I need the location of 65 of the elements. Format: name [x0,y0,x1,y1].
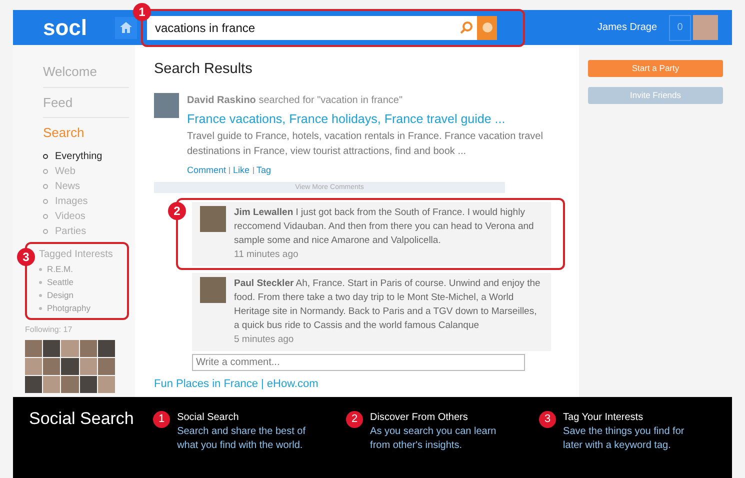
callout-number: 2 [168,202,186,220]
result-link[interactable]: France vacations, France holidays, France travel guide ... [187,110,557,128]
step-number: 3 [539,411,556,428]
filter-item[interactable]: Videos [43,208,129,224]
home-icon [120,22,132,33]
action-link[interactable]: Like [233,164,250,177]
nav-item[interactable]: Welcome [43,57,129,88]
action-button[interactable]: Invite Friends [588,87,723,104]
nav-item[interactable]: Feed [43,88,129,118]
avatar-photo-placeholder [200,206,226,232]
feature-title: Discover From Others [370,411,469,425]
result-byline: David Raskino searched for "vacation in france" [187,94,404,108]
search-icon [460,21,473,34]
avatar-photo-placeholder[interactable] [98,358,115,374]
interest-tag[interactable]: Seattle [39,276,127,288]
search-field[interactable]: vacations in france [147,16,477,40]
result-link[interactable]: Fun Places in France | eHow.com [154,377,565,391]
home-button[interactable] [115,16,137,38]
page-title: Search Results [154,60,254,79]
feature-description: As you search you can learn from other's insights. [370,425,498,453]
interest-tag[interactable]: Design [39,288,127,302]
avatar-photo-placeholder[interactable] [61,358,79,374]
filter-item[interactable]: Parties [43,224,129,238]
action-link[interactable]: Tag [256,164,272,177]
interest-tag[interactable]: Photgraphy [39,302,127,314]
filter-item[interactable]: Images [43,194,129,208]
avatar-photo-placeholder[interactable] [25,376,42,392]
action-button[interactable]: Start a Party [588,60,723,77]
avatar-photo-placeholder [200,277,226,303]
interest-tag[interactable]: R.E.M. [39,262,127,276]
user-name[interactable]: James Drage [598,20,657,35]
logo: socl [43,16,88,38]
avatar-photo-placeholder[interactable] [43,358,60,374]
avatar-photo-placeholder[interactable] [80,340,97,356]
step-number: 2 [346,411,364,428]
footer-title: Social Search [29,409,135,430]
avatar-photo-placeholder[interactable] [43,340,60,356]
step-number: 1 [153,411,170,428]
comment-text: Jim Lewallen I just got back from the South of France. I would highly reccomend Vidauban. And then from there you can head to Verona and sample some and nice Amarone and Valpolicella. [234,206,535,248]
feature-title: Social Search [177,411,240,425]
callout-number: 1 [133,2,151,20]
notification-count[interactable]: 0 [669,14,691,40]
avatar-photo-placeholder [154,92,179,118]
feature-description: Save the things you find for later with a keyword tag. [563,425,686,453]
following-count: Following: 17 [25,324,74,336]
result-snippet: Travel guide to France, hotels, vacation rentals in France. France vacation travel destinations in France, view tourist attractions, find and book ... [187,130,544,158]
filter-item[interactable]: Web [43,164,129,178]
comment-time: 11 minutes ago [234,248,300,262]
callout-number: 3 [17,248,35,266]
feature-description: Search and share the best of what you find with the world. [177,425,306,453]
avatar-photo-placeholder[interactable] [98,340,115,356]
globe-icon [482,22,492,33]
feature-title: Tag Your Interests [563,411,644,425]
filter-item[interactable]: Everything [43,148,129,164]
filter-item[interactable]: News [43,178,129,194]
globe-button[interactable] [477,16,497,40]
comment-field[interactable]: Write a comment... [192,354,525,371]
avatar-photo-placeholder[interactable] [25,340,42,356]
nav-item[interactable]: Search [43,118,129,148]
avatar-photo-placeholder[interactable] [61,376,79,392]
section-title: Tagged Interests [39,248,114,262]
comment-time: 5 minutes ago [234,333,295,347]
action-link[interactable]: Comment [187,164,226,177]
comment-text: Paul Steckler Ah, France. Start in Paris of course. Unwind and enjoy the food. From there take a two day trip to le Mont Ste-Michel, a World Heritage site in Normandy. Back to Paris and a TGV down to Marseilles, a quick bus ride to Cassis and the world famous Calanque [234,277,542,333]
avatar-photo-placeholder[interactable] [80,376,97,392]
